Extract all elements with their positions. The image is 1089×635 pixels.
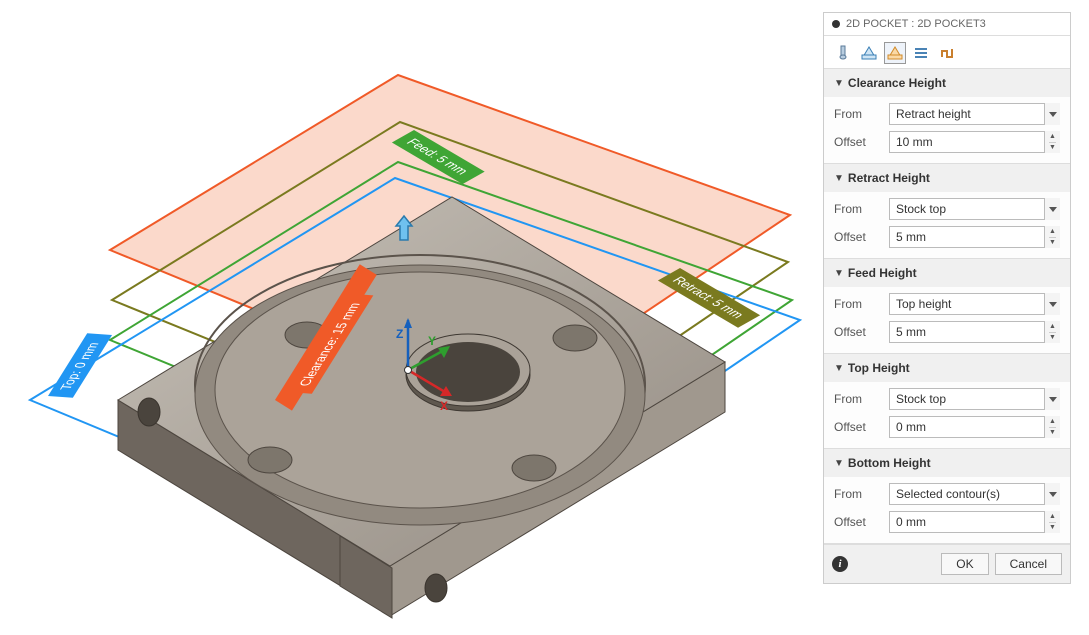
geometry-tab[interactable] xyxy=(858,42,880,64)
ok-button[interactable]: OK xyxy=(941,553,988,575)
panel-tab-strip xyxy=(824,36,1070,69)
section-bottom-height: ▼ Bottom Height From Selected contour(s)… xyxy=(824,449,1070,544)
offset-label: Offset xyxy=(834,135,889,149)
dropdown-caret-icon[interactable] xyxy=(1044,483,1060,505)
feed-from-dropdown[interactable]: Top height xyxy=(889,293,1060,315)
svg-text:Z: Z xyxy=(396,327,403,341)
section-header[interactable]: ▼ Clearance Height xyxy=(824,69,1070,97)
passes-tab[interactable] xyxy=(910,42,932,64)
collapse-arrow-icon: ▼ xyxy=(834,458,844,469)
spinner-icon[interactable]: ▲▼ xyxy=(1044,226,1060,248)
from-label: From xyxy=(834,487,889,501)
top-offset-input[interactable]: 0 mm xyxy=(889,416,1060,438)
section-top-height: ▼ Top Height From Stock top Offset 0 mm … xyxy=(824,354,1070,449)
spinner-icon[interactable]: ▲▼ xyxy=(1044,131,1060,153)
bottom-from-dropdown[interactable]: Selected contour(s) xyxy=(889,483,1060,505)
offset-label: Offset xyxy=(834,325,889,339)
section-header[interactable]: ▼ Top Height xyxy=(824,354,1070,382)
viewport-svg: Z X Y xyxy=(0,0,820,632)
collapse-arrow-icon: ▼ xyxy=(834,363,844,374)
top-from-dropdown[interactable]: Stock top xyxy=(889,388,1060,410)
panel-footer: i OK Cancel xyxy=(824,544,1070,583)
section-header[interactable]: ▼ Feed Height xyxy=(824,259,1070,287)
section-title: Retract Height xyxy=(848,171,930,185)
svg-text:Y: Y xyxy=(428,334,436,348)
section-feed-height: ▼ Feed Height From Top height Offset 5 m… xyxy=(824,259,1070,354)
clearance-offset-input[interactable]: 10 mm xyxy=(889,131,1060,153)
panel-title-bar: 2D POCKET : 2D POCKET3 xyxy=(824,13,1070,36)
section-retract-height: ▼ Retract Height From Stock top Offset 5… xyxy=(824,164,1070,259)
dropdown-caret-icon[interactable] xyxy=(1044,293,1060,315)
section-header[interactable]: ▼ Bottom Height xyxy=(824,449,1070,477)
offset-label: Offset xyxy=(834,420,889,434)
spinner-icon[interactable]: ▲▼ xyxy=(1044,416,1060,438)
from-label: From xyxy=(834,297,889,311)
section-header[interactable]: ▼ Retract Height xyxy=(824,164,1070,192)
from-label: From xyxy=(834,392,889,406)
cancel-button[interactable]: Cancel xyxy=(995,553,1062,575)
spinner-icon[interactable]: ▲▼ xyxy=(1044,321,1060,343)
svg-text:X: X xyxy=(440,399,448,413)
retract-offset-input[interactable]: 5 mm xyxy=(889,226,1060,248)
operation-panel: 2D POCKET : 2D POCKET3 ▼ Clearance Heigh… xyxy=(823,12,1071,584)
section-title: Feed Height xyxy=(848,266,917,280)
bottom-offset-input[interactable]: 0 mm xyxy=(889,511,1060,533)
dropdown-caret-icon[interactable] xyxy=(1044,198,1060,220)
dropdown-caret-icon[interactable] xyxy=(1044,388,1060,410)
tool-tab[interactable] xyxy=(832,42,854,64)
dropdown-caret-icon[interactable] xyxy=(1044,103,1060,125)
info-icon[interactable]: i xyxy=(832,556,848,572)
collapse-arrow-icon: ▼ xyxy=(834,173,844,184)
from-label: From xyxy=(834,107,889,121)
retract-from-dropdown[interactable]: Stock top xyxy=(889,198,1060,220)
spinner-icon[interactable]: ▲▼ xyxy=(1044,511,1060,533)
linking-tab[interactable] xyxy=(936,42,958,64)
collapse-arrow-icon: ▼ xyxy=(834,268,844,279)
bullet-icon xyxy=(832,20,840,28)
clearance-from-dropdown[interactable]: Retract height xyxy=(889,103,1060,125)
heights-tab[interactable] xyxy=(884,42,906,64)
cam-viewport[interactable]: Z X Y Feed: 5 mm Retract: 5 mm Clearance… xyxy=(0,0,820,632)
collapse-arrow-icon: ▼ xyxy=(834,78,844,89)
section-clearance-height: ▼ Clearance Height From Retract height O… xyxy=(824,69,1070,164)
feed-offset-input[interactable]: 5 mm xyxy=(889,321,1060,343)
panel-title: 2D POCKET : 2D POCKET3 xyxy=(846,18,986,30)
offset-label: Offset xyxy=(834,515,889,529)
section-title: Bottom Height xyxy=(848,456,931,470)
section-title: Top Height xyxy=(848,361,910,375)
section-title: Clearance Height xyxy=(848,76,946,90)
from-label: From xyxy=(834,202,889,216)
offset-label: Offset xyxy=(834,230,889,244)
